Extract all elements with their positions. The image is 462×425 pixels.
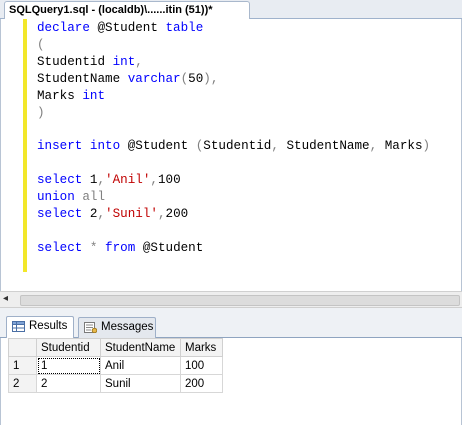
keyword: int	[82, 89, 106, 103]
row-number[interactable]: 1	[8, 356, 37, 375]
code-line-4: StudentName varchar(50),	[37, 71, 218, 88]
query-editor[interactable]: declare @Student table ( Studentid int, …	[0, 19, 462, 291]
code-line-7: insert into @Student (Studentid, Student…	[37, 138, 430, 155]
identifier: Studentid	[37, 55, 113, 69]
number: 100	[157, 173, 181, 187]
keyword: select	[37, 241, 83, 255]
grid-cell[interactable]: 100	[180, 356, 223, 375]
keyword: select	[37, 173, 83, 187]
identifier: Marks	[37, 89, 83, 103]
code-line-3: Studentid int,	[37, 54, 143, 71]
tab-messages-label: Messages	[101, 321, 154, 333]
number: 1	[82, 173, 98, 187]
operator: all	[82, 190, 106, 204]
table-row: 2 2 Sunil 200	[8, 374, 223, 393]
results-tab-strip: Results Messages	[0, 308, 462, 338]
keyword: select	[37, 207, 83, 221]
tab-results[interactable]: Results	[6, 316, 74, 338]
operator: ,	[97, 173, 106, 187]
table-row: 1 1 Anil 100	[8, 356, 223, 375]
keyword: table	[165, 21, 204, 35]
grid-cell[interactable]: 200	[180, 374, 223, 393]
editor-horizontal-scrollbar[interactable]: ◂	[0, 291, 462, 308]
number: 50	[188, 72, 204, 86]
column-header[interactable]: Marks	[180, 338, 223, 357]
row-number[interactable]: 2	[8, 374, 37, 393]
keyword: into	[89, 139, 121, 153]
keyword: varchar	[127, 72, 181, 86]
document-tab[interactable]: SQLQuery1.sql - (localdb)\......itin (51…	[4, 1, 250, 19]
grid-icon	[12, 321, 25, 332]
scroll-left-arrow-icon[interactable]: ◂	[3, 293, 8, 304]
column-header[interactable]: Studentid	[36, 338, 101, 357]
results-grid: Studentid StudentName Marks 1 1 Anil 100…	[8, 338, 223, 393]
grid-cell[interactable]: 1	[36, 356, 101, 375]
results-grid-area: Studentid StudentName Marks 1 1 Anil 100…	[0, 338, 462, 425]
identifier: @Student	[120, 139, 196, 153]
keyword: declare	[37, 21, 90, 35]
identifier: Studentid	[203, 139, 272, 153]
identifier: @Student	[135, 241, 204, 255]
string-literal: 'Sunil'	[105, 207, 158, 221]
operator: ,	[150, 173, 158, 187]
code-line-6: )	[37, 105, 45, 122]
code-line-1: declare @Student table	[37, 20, 203, 37]
column-header[interactable]: StudentName	[100, 338, 181, 357]
grid-cell[interactable]: Anil	[100, 356, 181, 375]
operator: ,	[97, 207, 106, 221]
identifier: Marks	[377, 139, 423, 153]
code-line-5: Marks int	[37, 88, 105, 105]
grid-cell[interactable]: Sunil	[100, 374, 181, 393]
tab-results-label: Results	[29, 320, 68, 332]
identifier: StudentName	[278, 139, 370, 153]
identifier: StudentName	[37, 72, 128, 86]
operator: ,	[135, 55, 143, 69]
keyword: from	[105, 241, 136, 255]
code-line-11: select * from @Student	[37, 240, 203, 257]
identifier: @Student	[89, 21, 166, 35]
messages-icon	[84, 322, 97, 333]
operator: (	[37, 38, 45, 52]
number: 200	[165, 207, 189, 221]
keyword: union	[37, 190, 75, 204]
keyword: insert	[37, 139, 83, 153]
operator: ),	[203, 72, 219, 86]
tab-messages[interactable]: Messages	[78, 317, 156, 338]
string-literal: 'Anil'	[105, 173, 151, 187]
change-tracking-bar	[23, 19, 27, 272]
operator: )	[37, 106, 45, 120]
code-line-10: select 2,'Sunil',200	[37, 206, 188, 223]
code-line-9: union all	[37, 189, 105, 206]
grid-header-row: Studentid StudentName Marks	[8, 338, 223, 357]
code-line-8: select 1,'Anil',100	[37, 172, 181, 189]
operator: )	[422, 139, 431, 153]
code-line-2: (	[37, 37, 45, 54]
row-header-corner[interactable]	[8, 338, 37, 357]
keyword: int	[112, 55, 136, 69]
grid-cell[interactable]: 2	[36, 374, 101, 393]
number: 2	[82, 207, 98, 221]
scroll-thumb[interactable]	[20, 295, 460, 306]
document-tab-strip: SQLQuery1.sql - (localdb)\......itin (51…	[0, 0, 462, 19]
operator: ,	[157, 207, 166, 221]
operator: ,	[271, 139, 279, 153]
